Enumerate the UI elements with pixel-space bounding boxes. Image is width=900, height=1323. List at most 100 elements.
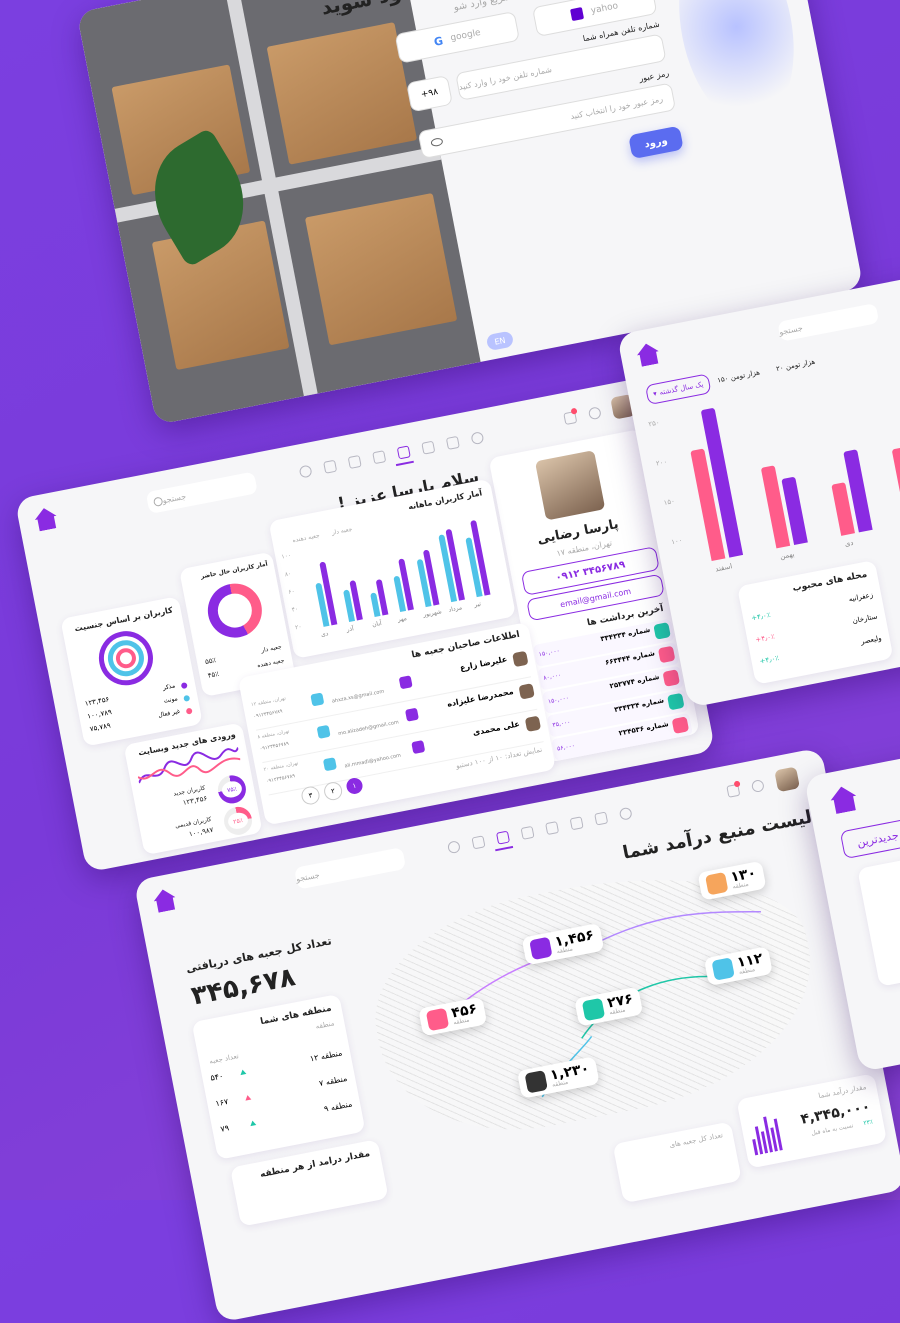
current-users-pct-b: ۴۵٪ (207, 669, 220, 680)
popular-name: ستارخان (851, 612, 879, 626)
nav-chart-icon[interactable] (323, 459, 338, 474)
nav-share-icon[interactable] (421, 440, 436, 455)
map-nav-users-icon[interactable] (495, 830, 511, 845)
region-value: ۱۶۷ (214, 1096, 230, 1109)
bars-home-logo-icon[interactable] (635, 341, 661, 367)
nav-settings-icon[interactable] (470, 431, 485, 446)
x-tick-label: دی (844, 538, 855, 549)
mail-icon (404, 707, 420, 722)
nav-document-icon[interactable] (372, 450, 387, 465)
income-summary-card: مقدار درآمد شما ۴,۳۴۵,۰۰۰ نسبت به ماه قب… (736, 1073, 888, 1169)
map-settings-gear-icon[interactable] (750, 779, 765, 794)
arrow-icon (671, 716, 690, 734)
region-name: منطقه ۹ (323, 1099, 353, 1114)
popular-areas-card: محله های محبوب زعفرانیه +۴٫۰٪ ستارخان +۴٫۰٪… (737, 559, 894, 685)
country-code-select[interactable]: +۹۸ (406, 74, 453, 113)
current-users-legend-b: جعبه دهنده (256, 657, 285, 670)
pin-user-icon (529, 936, 553, 961)
login-subtitle: سریع وارد شو (452, 0, 513, 14)
x-tick-label: آذر (345, 625, 355, 634)
bars-legend-b: ۲۰ هزار تومن (775, 357, 816, 374)
owner-area: تهران، منطقه ۱۲ (250, 695, 287, 709)
mail-icon (411, 740, 426, 755)
mail-icon (398, 675, 413, 690)
popular-name: زعفرانیه (848, 590, 874, 604)
popular-pct: +۴٫۰٪ (754, 632, 776, 645)
pin-text: ۱,۴۵۶ منطقه (553, 927, 597, 955)
page-button[interactable]: ۱ (345, 776, 364, 796)
nav-refresh-icon[interactable] (445, 435, 460, 450)
map-nav-share-icon[interactable] (569, 816, 584, 831)
popular-list: زعفرانیه +۴٫۰٪ ستارخان +۴٫۰٪ ولیعصر +۴٫۰٪ (750, 589, 884, 677)
map-nav-settings-icon[interactable] (618, 806, 633, 821)
settings-gear-icon[interactable] (587, 406, 602, 421)
bars-search-input[interactable]: جستجو (777, 303, 880, 342)
language-badge[interactable]: EN (485, 330, 515, 352)
x-tick-label: اسفند (714, 562, 733, 574)
income-summary-pct: ۲۳٪ (862, 1118, 874, 1128)
pin-user-icon (581, 997, 606, 1022)
home-logo-icon[interactable] (33, 506, 59, 532)
owner-name: علیرضا زارع (459, 654, 508, 673)
login-submit-button[interactable]: ورود (628, 125, 684, 160)
page-button[interactable]: ۳ (299, 784, 322, 807)
trend-icon (239, 1069, 247, 1076)
x-tick-label: شهریور (422, 608, 443, 619)
map-nav-chart-icon[interactable] (471, 835, 486, 850)
nav-profile-icon[interactable] (396, 445, 411, 460)
note-amount: ۱۵۰,۰۰۰ (538, 647, 561, 659)
note-amount: ۱۵۰,۰۰۰ (547, 694, 570, 706)
regions-header-a: منطقه (315, 1019, 336, 1031)
profile-photo (534, 450, 606, 521)
arrow-icon (667, 692, 685, 711)
note-amount: ۸۰,۰۰۰ (542, 671, 562, 682)
bottom-total-label: تعداد کل جعبه های (668, 1131, 724, 1150)
page-button[interactable]: ۲ (322, 780, 344, 802)
owner-email: mo.alizadeh@gmail.com (337, 719, 400, 738)
new-users-ring: ۷۵٪ (215, 772, 249, 806)
region-name: منطقه ۱۲ (309, 1048, 343, 1064)
x-tick-label: بهمن (779, 550, 796, 561)
note-label: شماره ۳۳۴۳۳۴ (599, 625, 651, 644)
region-value: ۵۴۰ (209, 1071, 225, 1083)
yahoo-icon (570, 7, 585, 22)
popular-name: ولیعصر (860, 634, 883, 646)
notification-dot (570, 407, 578, 415)
map-nav-globe-icon[interactable] (446, 840, 461, 855)
y-tick-label: ۶۰ (287, 587, 296, 596)
owners-table: علیرضا زارع ahxza.xs@gmail.com ۰۹۱۲۳۴۵۶۷۸۹… (249, 644, 544, 796)
arrow-icon (653, 622, 671, 640)
map-nav-document-icon[interactable] (520, 825, 535, 840)
current-users-legend-a: جعبه دار (260, 643, 283, 655)
owner-phone: ۰۹۱۲۳۴۵۶۷۸۹ (252, 708, 284, 720)
y-tick-label: ۱۰۰ (670, 536, 684, 547)
eye-icon[interactable] (430, 137, 444, 148)
map-home-logo-icon[interactable] (152, 887, 178, 913)
y-tick-label: ۲۰۰ (655, 457, 668, 468)
owner-avatar (518, 683, 535, 700)
regions-card: منطقه های شما منطقه تعداد جعبه منطقه ۱۲ ۵… (191, 993, 366, 1160)
popular-pct: +۴٫۰٪ (758, 654, 780, 666)
legend-dot (180, 682, 188, 690)
map-user-avatar[interactable] (774, 766, 801, 793)
period-filter-dropdown[interactable]: ▾ یک سال گذشته (644, 373, 712, 406)
map-nav-profile-icon[interactable] (545, 821, 560, 836)
gender-title: کاربران بر اساس جنسیت (73, 605, 174, 634)
x-tick-label: دی (320, 630, 330, 639)
current-users-title: آمار کاربران حال حاضر (200, 560, 269, 581)
nav-globe-icon[interactable] (298, 464, 313, 479)
y-tick-label: ۸۰ (284, 570, 292, 579)
corner-newest-tab[interactable]: جدیدترین (839, 817, 900, 860)
map-nav-refresh-icon[interactable] (594, 811, 609, 826)
legend-dot (185, 707, 193, 715)
old-users-value: ۱۰۰,۹۸۷ (188, 825, 215, 839)
y-tick-label: ۲۰ (294, 623, 303, 632)
dashboard-search-input[interactable]: جستجو (145, 471, 258, 515)
x-tick-label: مرداد (448, 604, 463, 614)
owner-phone: ۰۹۱۲۳۴۵۶۷۸۹ (259, 740, 290, 753)
corner-home-logo-icon[interactable] (828, 784, 858, 814)
map-search-input[interactable]: جستجو (293, 847, 407, 890)
nav-active-indicator (395, 460, 414, 467)
gender-rows: ۱۲۳,۴۵۶ مذکر ۱۰۰,۷۸۹ مونث ۷۵,۷۸۹ غیر فعال (84, 680, 194, 738)
nav-users-icon[interactable] (347, 454, 362, 470)
